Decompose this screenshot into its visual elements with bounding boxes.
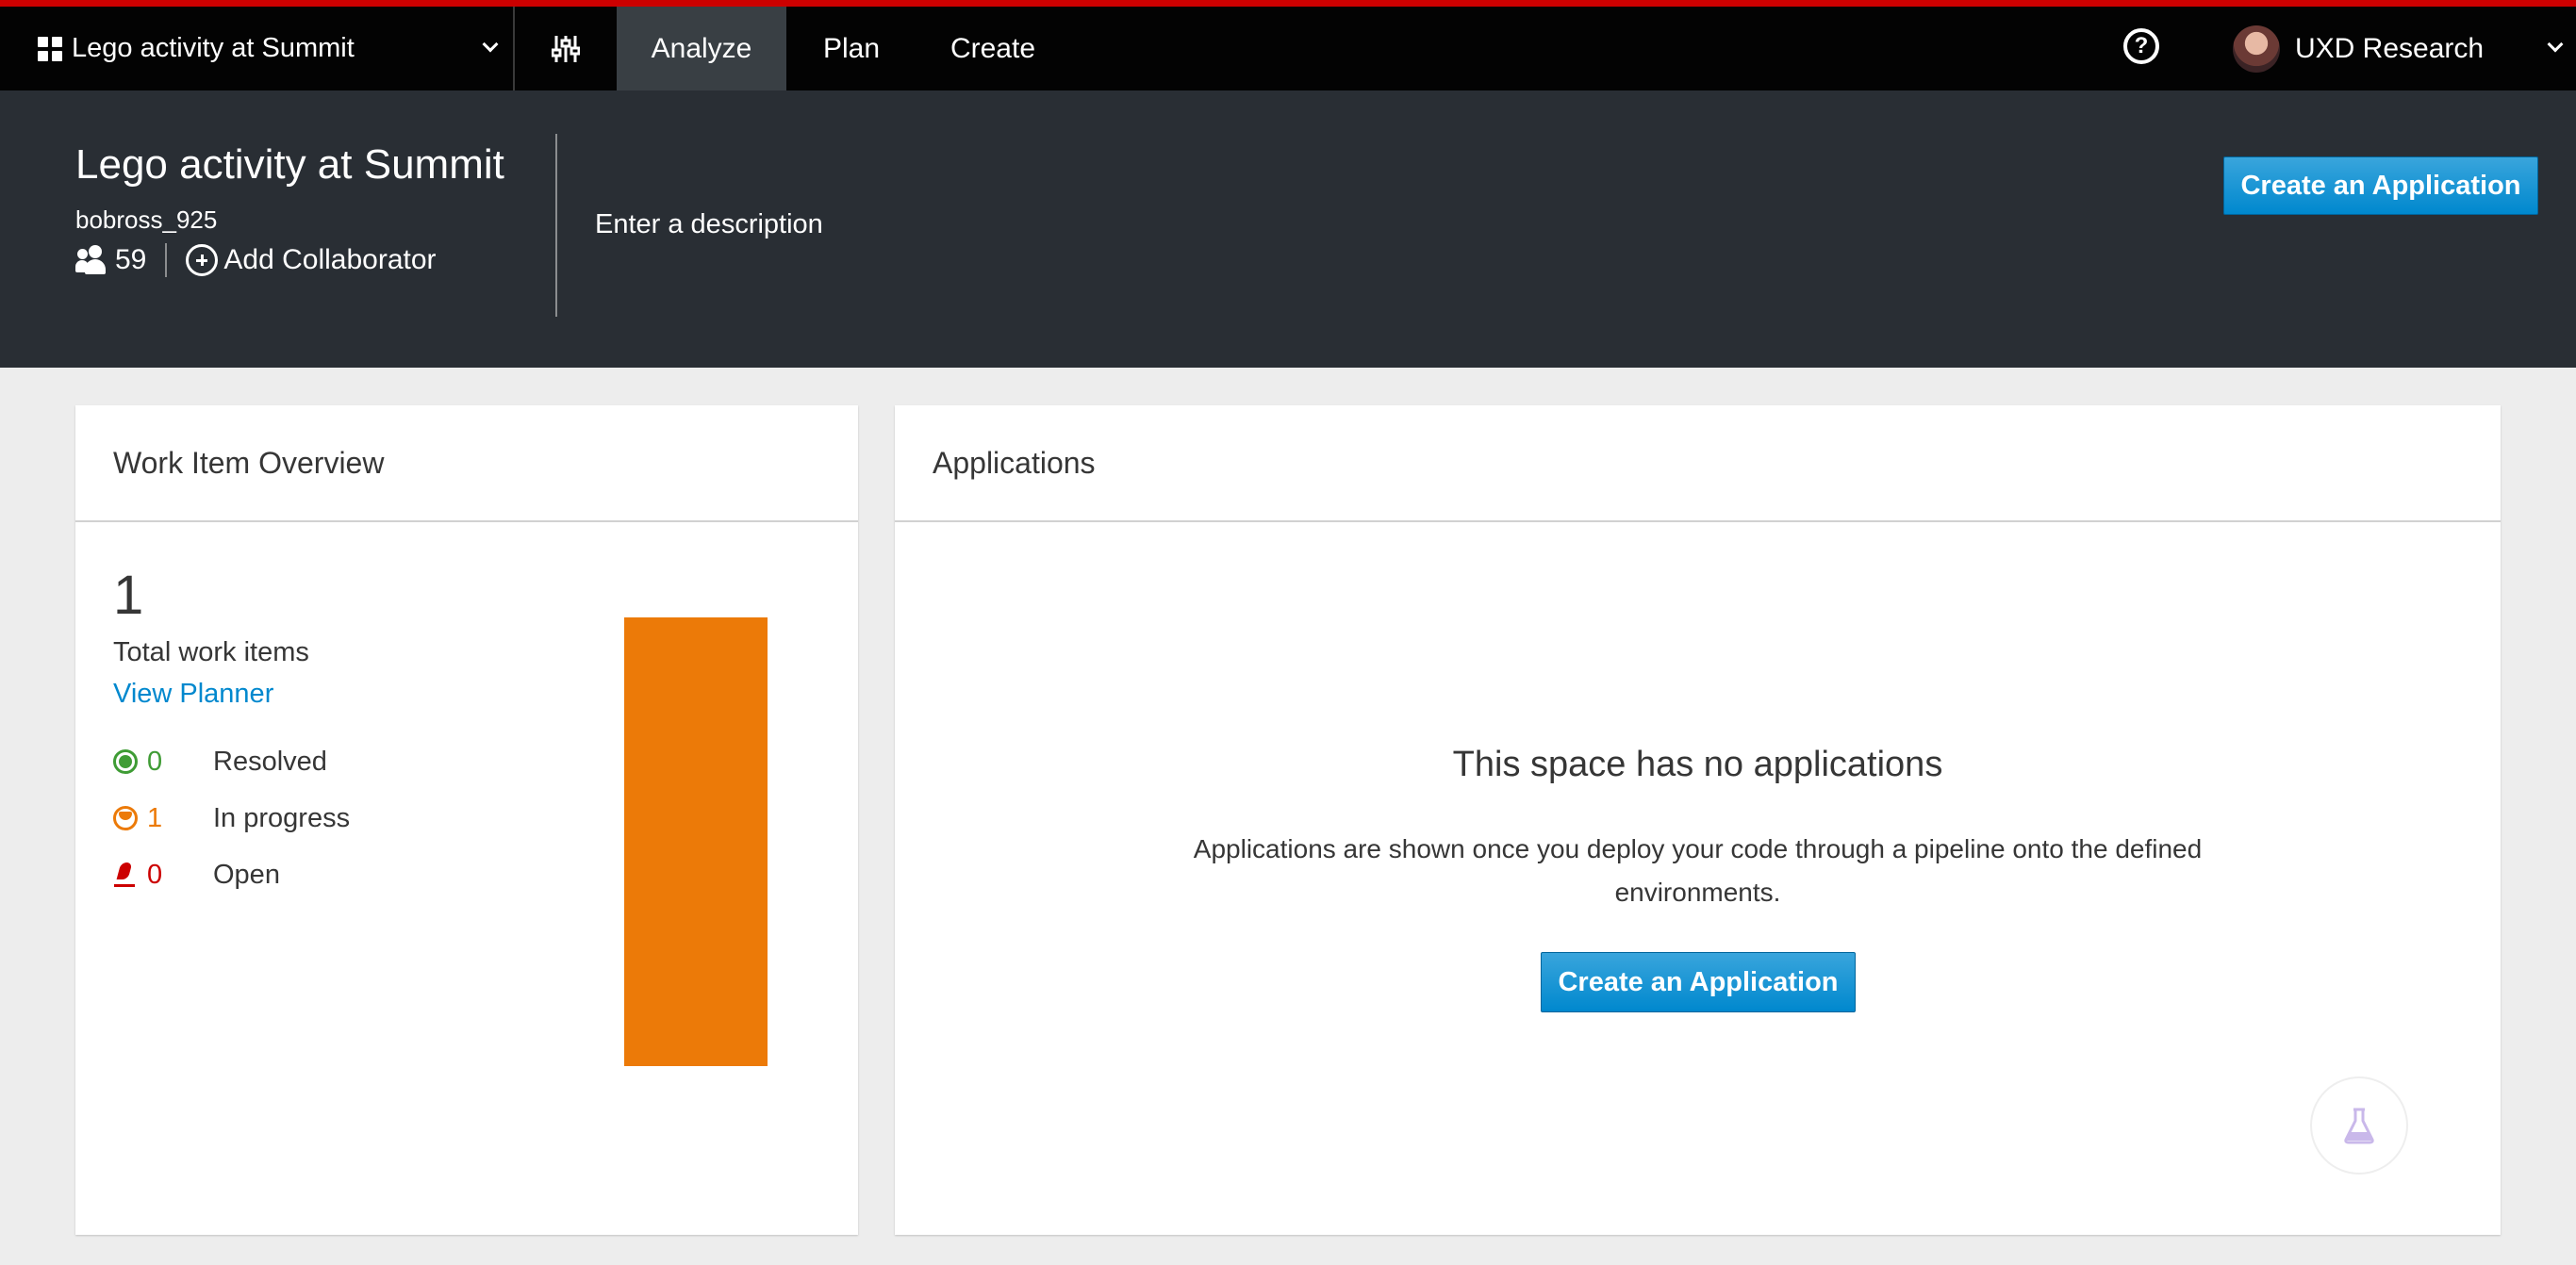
- resolved-icon: [113, 749, 138, 774]
- create-application-button[interactable]: Create an Application: [2223, 156, 2538, 215]
- space-switcher[interactable]: Lego activity at Summit: [0, 7, 513, 90]
- applications-card: Applications This space has no applicati…: [895, 405, 2501, 1235]
- flask-icon: [2344, 1108, 2374, 1144]
- in-progress-bar: [624, 617, 768, 1066]
- space-header: Lego activity at Summit bobross_925 59 A…: [0, 90, 2576, 368]
- open-count: 0: [147, 859, 163, 890]
- space-owner: bobross_925: [75, 205, 218, 234]
- help-icon: ?: [2134, 33, 2149, 58]
- card-title: Applications: [895, 405, 2501, 522]
- empty-state-description: Applications are shown once you deploy y…: [1193, 834, 2203, 907]
- avatar: [2233, 25, 2280, 73]
- work-item-bar-chart: [624, 617, 768, 1066]
- add-collaborator-button[interactable]: Add Collaborator: [186, 244, 437, 276]
- help-button[interactable]: ?: [2123, 28, 2159, 64]
- people-icon: [75, 245, 107, 275]
- resolved-count: 0: [147, 746, 163, 777]
- card-title: Work Item Overview: [75, 405, 858, 522]
- space-meta: 59 Add Collaborator: [75, 241, 437, 279]
- grid-icon: [38, 36, 62, 61]
- tab-analyze[interactable]: Analyze: [617, 7, 786, 90]
- add-collaborator-label: Add Collaborator: [223, 244, 437, 275]
- total-work-items-label: Total work items: [113, 637, 309, 667]
- member-count[interactable]: 59: [115, 244, 146, 276]
- description-field[interactable]: Enter a description: [595, 209, 823, 240]
- open-label: Open: [213, 859, 280, 890]
- resolved-label: Resolved: [213, 746, 327, 777]
- user-name: UXD Research: [2295, 32, 2485, 64]
- settings-button[interactable]: [528, 7, 603, 90]
- in-progress-count: 1: [147, 802, 163, 833]
- feedback-button[interactable]: [2310, 1076, 2408, 1175]
- sliders-icon: [552, 35, 580, 62]
- create-application-button[interactable]: Create an Application: [1541, 952, 1856, 1012]
- top-navigation-bar: Lego activity at Summit Analyze Plan Cre…: [0, 7, 2576, 90]
- stat-open: 0 Open: [113, 858, 280, 892]
- tab-plan[interactable]: Plan: [786, 7, 916, 90]
- space-title: Lego activity at Summit: [75, 141, 504, 188]
- in-progress-icon: [113, 806, 138, 830]
- top-accent-bar: [0, 0, 2576, 7]
- stat-resolved: 0 Resolved: [113, 745, 327, 779]
- chevron-down-icon: [2547, 36, 2564, 53]
- space-switcher-label: Lego activity at Summit: [72, 33, 355, 63]
- chevron-down-icon: [482, 36, 499, 53]
- header-divider: [555, 134, 557, 317]
- open-icon: [113, 861, 138, 889]
- total-work-items-count: 1: [113, 565, 144, 626]
- user-menu[interactable]: UXD Research: [2233, 7, 2576, 90]
- meta-divider: [165, 243, 168, 277]
- work-item-overview-card: Work Item Overview 1 Total work items Vi…: [75, 405, 858, 1235]
- plus-circle-icon: [186, 244, 219, 276]
- tab-create[interactable]: Create: [916, 7, 1069, 90]
- view-planner-link[interactable]: View Planner: [113, 679, 273, 710]
- empty-state-title: This space has no applications: [1452, 745, 1943, 784]
- nav-divider: [513, 7, 515, 90]
- in-progress-label: In progress: [213, 802, 351, 833]
- stat-in-progress: 1 In progress: [113, 801, 350, 835]
